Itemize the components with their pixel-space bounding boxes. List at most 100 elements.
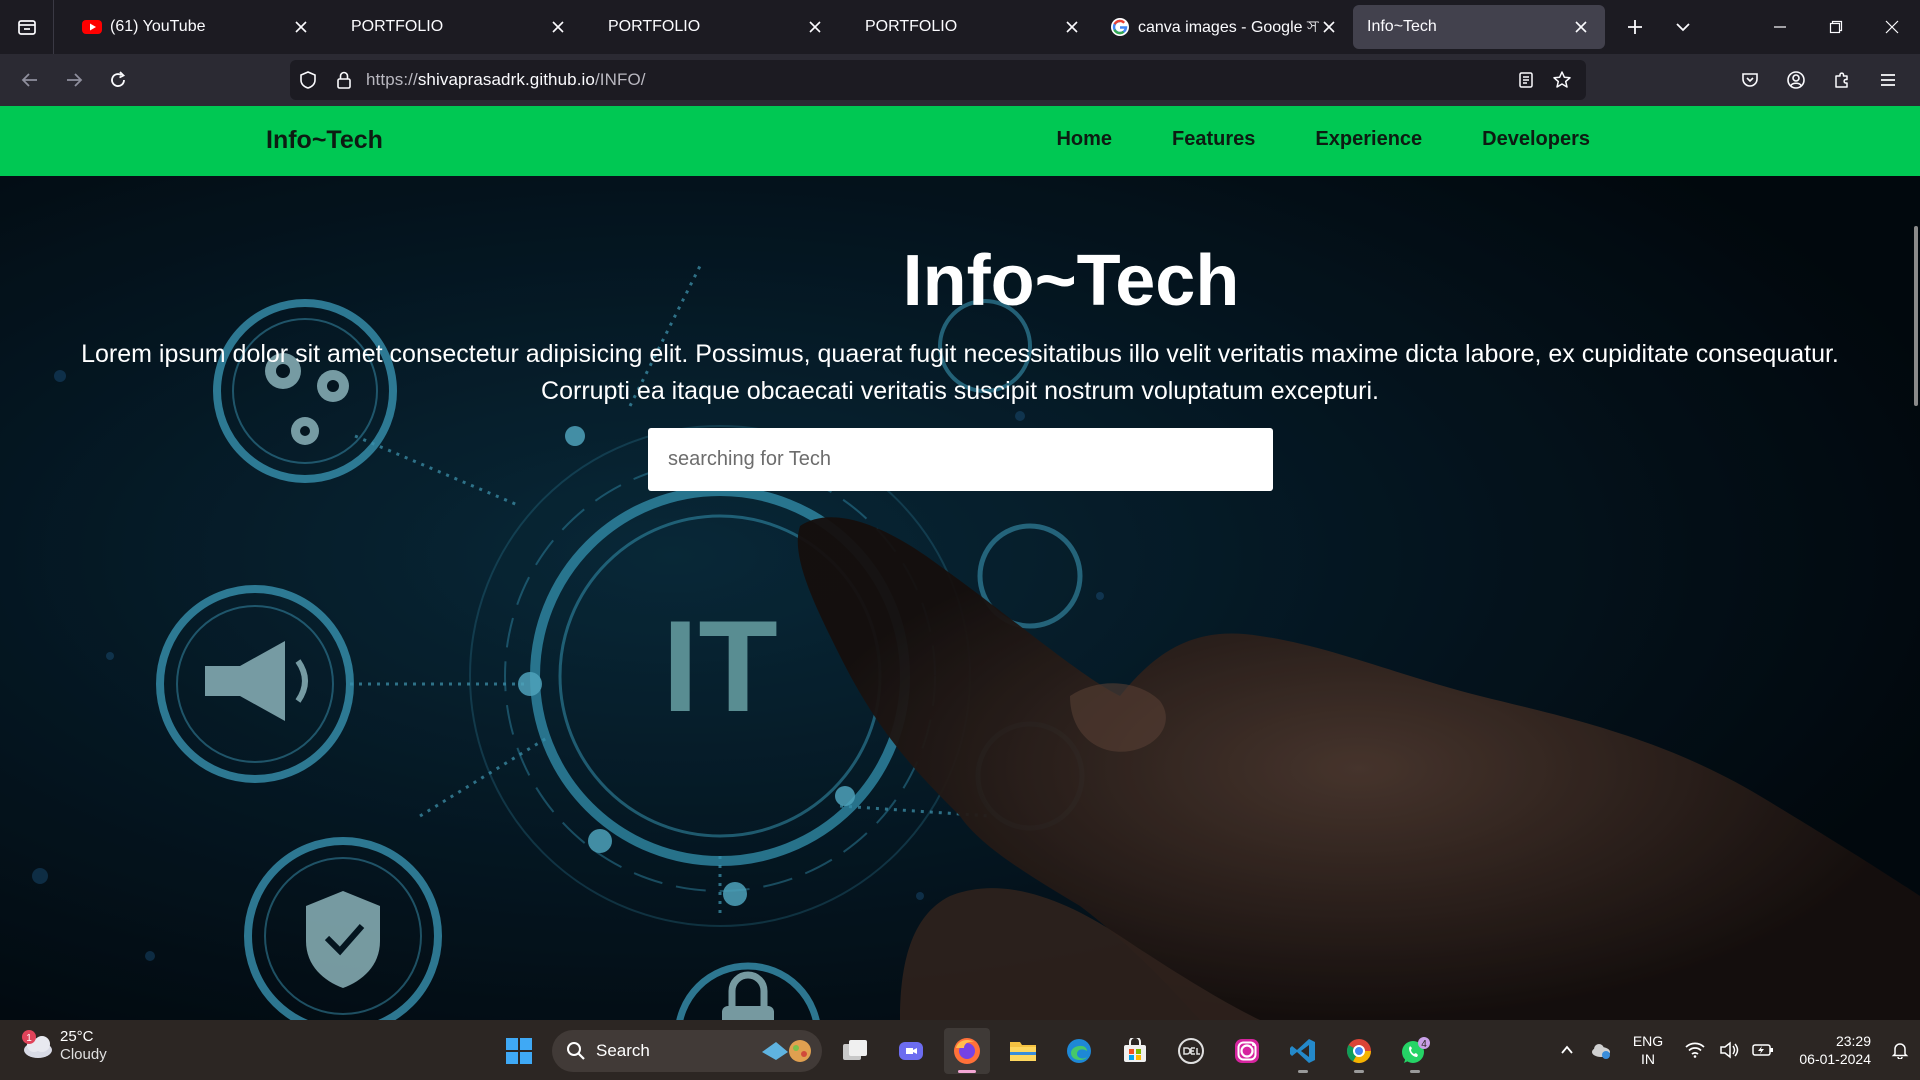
battery-button[interactable] — [1746, 1020, 1780, 1080]
whatsapp-badge: 4 — [1421, 1039, 1427, 1050]
url-host: shivaprasadrk.github.io — [417, 70, 595, 89]
tech-search-input[interactable] — [648, 428, 1273, 491]
reader-view-icon[interactable] — [1508, 60, 1544, 100]
close-icon[interactable] — [1571, 17, 1591, 37]
tab-title: PORTFOLIO — [351, 18, 444, 35]
close-icon[interactable] — [805, 17, 825, 37]
close-icon[interactable] — [548, 17, 568, 37]
taskbar-edge[interactable] — [1056, 1028, 1102, 1074]
plus-icon — [1628, 20, 1642, 34]
close-icon — [1885, 20, 1899, 34]
show-hidden-icons-button[interactable] — [1550, 1020, 1584, 1080]
pocket-button[interactable] — [1728, 58, 1772, 102]
page-scrollbar[interactable] — [1914, 226, 1918, 406]
clock-button[interactable]: 23:29 06-01-2024 — [1780, 1020, 1880, 1080]
google-icon — [1110, 17, 1130, 37]
navigation-toolbar: https://shivaprasadrk.github.io/INFO/ — [0, 54, 1920, 106]
hero-description: Lorem ipsum dolor sit amet consectetur a… — [81, 340, 1839, 405]
volume-button[interactable] — [1712, 1020, 1746, 1080]
url-scheme: https:// — [366, 70, 418, 89]
tab-overview-button[interactable] — [0, 0, 54, 54]
taskbar-whatsapp[interactable]: 4 — [1392, 1028, 1438, 1074]
tab-portfolio-3[interactable]: PORTFOLIO — [839, 5, 1096, 49]
cloudy-weather-icon: 1 — [22, 1030, 52, 1058]
page-viewport: Info~Tech Home Features Experience Devel… — [0, 106, 1920, 1020]
start-button[interactable] — [496, 1028, 542, 1074]
nav-link-developers[interactable]: Developers — [1482, 128, 1590, 151]
tab-info-tech[interactable]: Info~Tech — [1353, 5, 1605, 49]
taskbar-dell[interactable] — [1168, 1028, 1214, 1074]
running-indicator — [1298, 1070, 1308, 1073]
active-indicator — [958, 1070, 976, 1073]
nav-link-home[interactable]: Home — [1056, 128, 1112, 151]
address-bar[interactable]: https://shivaprasadrk.github.io/INFO/ — [290, 60, 1586, 100]
taskbar-file-explorer[interactable] — [1000, 1028, 1046, 1074]
extensions-button[interactable] — [1820, 58, 1864, 102]
taskbar-instagram[interactable] — [1224, 1028, 1270, 1074]
tab-title: (61) YouTube — [110, 18, 206, 35]
tab-title: canva images - Google সার্চ — [1138, 18, 1319, 36]
windows-logo-icon — [506, 1038, 532, 1064]
weather-condition: Cloudy — [60, 1046, 107, 1063]
hamburger-menu-icon — [1881, 74, 1895, 86]
site-nav-links: Home Features Experience Developers — [1056, 128, 1590, 151]
nav-link-features[interactable]: Features — [1172, 128, 1255, 151]
taskbar-search-label: Search — [596, 1041, 650, 1060]
windows-taskbar: 1 25°C Cloudy Search 4 ENG IN 23:29 06-0… — [0, 1020, 1920, 1080]
taskbar-vscode[interactable] — [1280, 1028, 1326, 1074]
minimize-icon — [1774, 26, 1786, 28]
tab-google-search[interactable]: canva images - Google সার্চ — [1096, 5, 1353, 49]
restore-icon — [1829, 20, 1843, 34]
store-icon — [1124, 1038, 1146, 1062]
wifi-button[interactable] — [1678, 1020, 1712, 1080]
site-brand-logo[interactable]: Info~Tech — [266, 126, 383, 155]
chevron-up-icon — [1561, 1045, 1573, 1054]
speaker-icon — [1720, 1041, 1739, 1059]
forward-button[interactable] — [52, 58, 96, 102]
onedrive-button[interactable] — [1584, 1020, 1618, 1080]
back-button[interactable] — [8, 58, 52, 102]
taskbar-firefox[interactable] — [944, 1028, 990, 1074]
tab-portfolio-1[interactable]: PORTFOLIO — [325, 5, 582, 49]
taskbar-store[interactable] — [1112, 1028, 1158, 1074]
language-code: ENG — [1632, 1033, 1664, 1049]
url-text[interactable]: https://shivaprasadrk.github.io/INFO/ — [366, 70, 646, 90]
firefox-icon — [954, 1038, 980, 1064]
notifications-button[interactable] — [1880, 1020, 1920, 1080]
taskbar-chrome[interactable] — [1336, 1028, 1382, 1074]
taskbar-search-box[interactable]: Search — [552, 1030, 822, 1072]
weather-widget[interactable]: 1 25°C Cloudy — [20, 1028, 107, 1064]
close-icon[interactable] — [1319, 17, 1339, 37]
task-view-icon — [843, 1040, 867, 1060]
tab-youtube[interactable]: (61) YouTube — [68, 5, 325, 49]
language-indicator[interactable]: ENG IN — [1618, 1020, 1678, 1080]
taskbar-meet-button[interactable] — [888, 1028, 934, 1074]
new-tab-button[interactable] — [1615, 7, 1655, 47]
whatsapp-icon: 4 — [1402, 1037, 1430, 1063]
chrome-icon — [1346, 1039, 1371, 1064]
task-view-button[interactable] — [832, 1028, 878, 1074]
lock-icon[interactable] — [326, 60, 362, 100]
search-icon — [567, 1042, 585, 1060]
tab-portfolio-2[interactable]: PORTFOLIO — [582, 5, 839, 49]
account-button[interactable] — [1774, 58, 1818, 102]
clock-date: 06-01-2024 — [1799, 1051, 1871, 1067]
menu-button[interactable] — [1866, 58, 1910, 102]
reload-button[interactable] — [96, 58, 140, 102]
browser-window: (61) YouTube PORTFOLIO PORTFOLIO PORTFOL… — [0, 0, 1920, 1080]
list-all-tabs-icon — [17, 20, 36, 35]
tab-list-button[interactable] — [1663, 7, 1703, 47]
reload-icon — [111, 71, 126, 87]
restore-button[interactable] — [1808, 0, 1864, 54]
close-icon[interactable] — [1062, 17, 1082, 37]
weather-temperature: 25°C — [60, 1028, 94, 1045]
onedrive-cloud-icon — [1592, 1044, 1610, 1059]
tracking-protection-shield-icon[interactable] — [290, 60, 326, 100]
puzzle-icon — [1835, 72, 1848, 88]
account-icon — [1787, 71, 1805, 89]
minimize-button[interactable] — [1752, 0, 1808, 54]
close-window-button[interactable] — [1864, 0, 1920, 54]
close-icon[interactable] — [291, 17, 311, 37]
nav-link-experience[interactable]: Experience — [1315, 128, 1422, 151]
bookmark-star-icon[interactable] — [1544, 60, 1580, 100]
